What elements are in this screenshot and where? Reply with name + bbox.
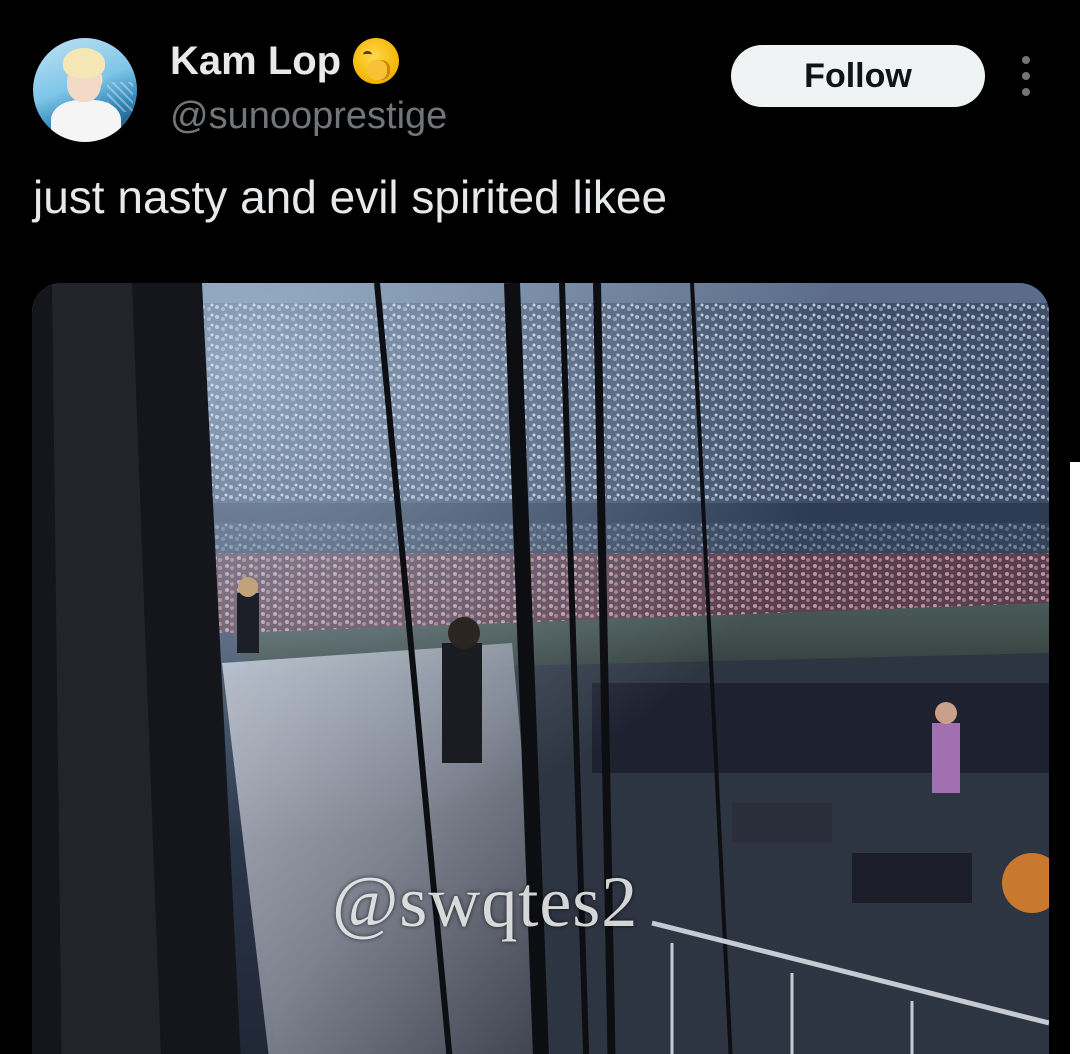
yawning-face-icon	[353, 38, 400, 84]
avatar-hair	[63, 48, 105, 78]
more-dot	[1022, 56, 1030, 64]
more-dot	[1022, 72, 1030, 80]
video-watermark: @swqtes2	[332, 862, 639, 942]
scrollbar-track[interactable]	[1070, 462, 1080, 1054]
user-handle[interactable]: @sunooprestige	[170, 95, 447, 138]
display-name[interactable]: Kam Lop	[170, 38, 400, 84]
more-options-icon[interactable]	[1016, 56, 1036, 96]
avatar[interactable]	[33, 38, 137, 142]
more-dot	[1022, 88, 1030, 96]
display-name-text[interactable]: Kam Lop	[170, 39, 341, 84]
avatar-shirt	[51, 100, 121, 142]
tweet-media-video[interactable]: @swqtes2	[32, 283, 1049, 1054]
follow-button[interactable]: Follow	[731, 45, 985, 107]
tweet-container: Kam Lop @sunooprestige Follow just nasty…	[0, 0, 1080, 1054]
tweet-text: just nasty and evil spirited likee	[33, 171, 668, 223]
